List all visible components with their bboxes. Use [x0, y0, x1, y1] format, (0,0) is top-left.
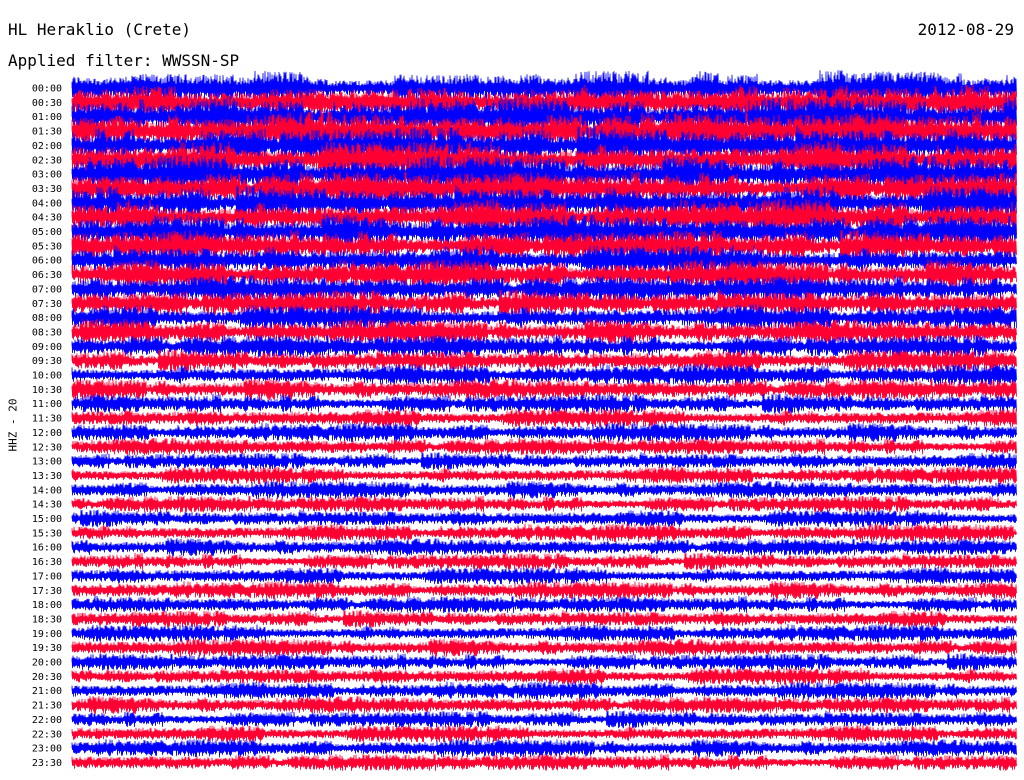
time-tick-label: 00:30 [32, 98, 62, 109]
trace-2100 [71, 681, 1017, 700]
trace-2230 [71, 724, 1017, 743]
time-tick-label: 08:30 [32, 327, 62, 338]
time-tick-label: 13:00 [32, 457, 62, 468]
time-tick-label: 11:00 [32, 399, 62, 410]
time-tick-label: 01:00 [32, 112, 62, 123]
time-tick-label: 21:30 [32, 701, 62, 712]
time-tick-label: 00:00 [32, 84, 62, 95]
time-tick-label: 13:30 [32, 471, 62, 482]
trace-1930 [71, 638, 1017, 657]
time-tick-label: 14:00 [32, 485, 62, 496]
time-tick-label: 04:30 [32, 213, 62, 224]
time-tick-label: 06:00 [32, 256, 62, 267]
time-tick-label: 22:30 [32, 729, 62, 740]
time-tick-label: 05:30 [32, 241, 62, 252]
trace-1600 [71, 538, 1017, 557]
time-tick-group: 00:00 00:30 01:00 01:30 02:00 02:30 03:00 03:30… [32, 84, 62, 769]
trace-1530 [71, 523, 1017, 543]
time-tick-label: 21:00 [32, 686, 62, 697]
time-tick-label: 09:00 [32, 342, 62, 353]
trace-2030 [71, 667, 1017, 685]
time-tick-label: 16:30 [32, 557, 62, 568]
trace-1830 [71, 610, 1017, 628]
time-tick-label: 11:30 [32, 414, 62, 425]
trace-1230 [71, 437, 1017, 456]
time-tick-label: 15:00 [32, 514, 62, 525]
time-tick-label: 18:00 [32, 600, 62, 611]
time-tick-label: 01:30 [32, 127, 62, 138]
time-tick-label: 22:00 [32, 715, 62, 726]
trace-2000 [71, 653, 1017, 671]
time-tick-label: 20:30 [32, 672, 62, 683]
trace-1500 [71, 509, 1017, 528]
time-tick-label: 06:30 [32, 270, 62, 281]
time-tick-label: 09:30 [32, 356, 62, 367]
time-tick-label: 02:30 [32, 155, 62, 166]
trace-1430 [71, 495, 1017, 513]
time-tick-label: 05:00 [32, 227, 62, 238]
time-tick-label: 18:30 [32, 614, 62, 625]
time-tick-label: 14:30 [32, 500, 62, 511]
trace-1730 [71, 581, 1017, 600]
time-tick-label: 07:00 [32, 284, 62, 295]
time-tick-label: 17:30 [32, 586, 62, 597]
trace-1030 [71, 378, 1017, 401]
trace-group [71, 70, 1017, 771]
time-tick-label: 12:30 [32, 442, 62, 453]
time-tick-label: 08:00 [32, 313, 62, 324]
time-tick-label: 15:30 [32, 528, 62, 539]
trace-1800 [71, 595, 1017, 614]
trace-1200 [71, 422, 1017, 443]
time-tick-label: 10:30 [32, 385, 62, 396]
trace-2200 [71, 710, 1017, 729]
time-tick-label: 16:00 [32, 543, 62, 554]
time-tick-label: 12:00 [32, 428, 62, 439]
trace-1400 [71, 480, 1017, 499]
time-tick-label: 02:00 [32, 141, 62, 152]
time-tick-label: 23:00 [32, 744, 62, 755]
trace-2300 [71, 738, 1017, 758]
trace-1700 [71, 566, 1017, 585]
time-tick-label: 17:00 [32, 571, 62, 582]
time-tick-label: 07:30 [32, 299, 62, 310]
time-tick-label: 23:30 [32, 758, 62, 769]
time-tick-label: 03:00 [32, 170, 62, 181]
trace-1330 [71, 466, 1017, 485]
time-tick-label: 19:30 [32, 643, 62, 654]
time-tick-label: 20:00 [32, 658, 62, 669]
time-tick-label: 10:00 [32, 371, 62, 382]
seismogram-plot: 00:00 00:30 01:00 01:30 02:00 02:30 03:00 03:30… [32, 70, 1017, 771]
time-tick-label: 04:00 [32, 198, 62, 209]
trace-2130 [71, 695, 1017, 715]
time-tick-label: 19:00 [32, 629, 62, 640]
time-tick-label: 03:30 [32, 184, 62, 195]
trace-2330 [71, 753, 1017, 771]
